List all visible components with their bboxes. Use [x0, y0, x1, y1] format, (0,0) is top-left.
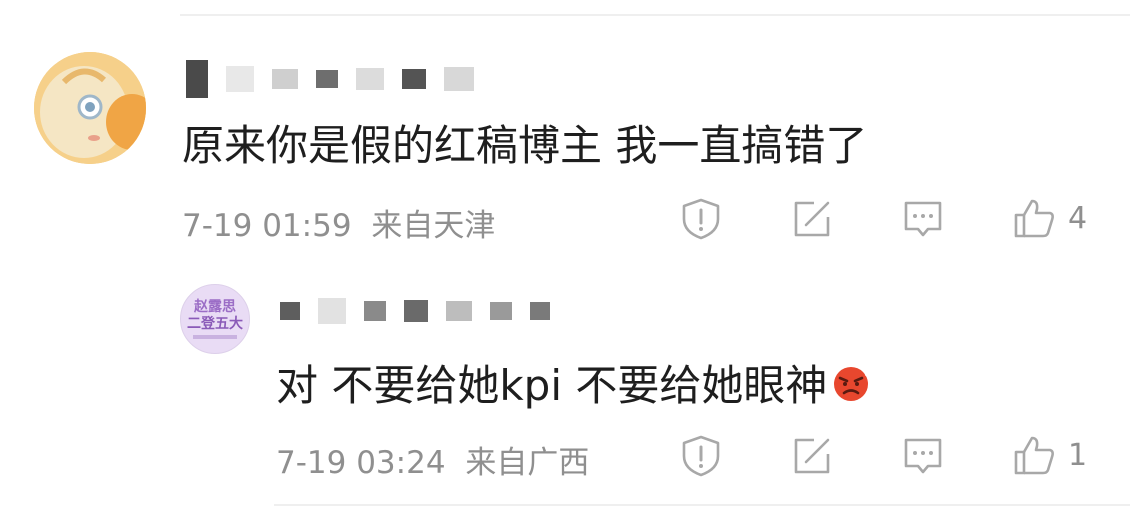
reply-text: 对 不要给她kpi 不要给她眼神: [276, 352, 872, 413]
location: 来自广西: [465, 445, 590, 481]
thumbs-up-icon: [1014, 436, 1054, 475]
reply-avatar[interactable]: 赵露思 二登五大: [180, 284, 250, 354]
comment-button[interactable]: [902, 199, 944, 239]
comment-text: 原来你是假的红稿博主 我一直搞错了: [182, 121, 868, 170]
comment-icon: [904, 201, 942, 237]
timestamp: 7-19 01:59: [182, 208, 352, 244]
share-button[interactable]: [792, 199, 832, 239]
timestamp: 7-19 03:24: [276, 445, 446, 481]
report-button[interactable]: [680, 434, 722, 478]
comment-icon: [904, 438, 942, 474]
comment-button[interactable]: [902, 436, 944, 476]
share-icon: [794, 438, 830, 474]
share-icon: [794, 201, 830, 237]
report-shield-icon: [682, 435, 720, 477]
reply-meta: 7-19 03:24 来自广西: [276, 437, 589, 482]
avatar-small-print: [193, 335, 237, 339]
location: 来自天津: [371, 208, 496, 244]
avatar[interactable]: [34, 52, 146, 164]
reply-text-content: 对 不要给她kpi 不要给她眼神: [276, 361, 828, 410]
like-count: 1: [1068, 437, 1088, 473]
avatar-text-line1: 赵露思: [194, 299, 236, 315]
like-button[interactable]: 1: [1012, 433, 1087, 477]
like-count: 4: [1068, 200, 1088, 236]
thumbs-up-icon: [1014, 199, 1054, 238]
comment-meta: 7-19 01:59 来自天津: [182, 200, 495, 245]
avatar-text-line2: 二登五大: [187, 316, 243, 332]
reply-username-redacted[interactable]: [280, 298, 550, 324]
username-redacted[interactable]: [186, 60, 474, 98]
share-button[interactable]: [792, 436, 832, 476]
report-button[interactable]: [680, 197, 722, 241]
angry-face-icon: [834, 365, 872, 401]
bottom-divider: [274, 504, 1130, 506]
like-button[interactable]: 4: [1012, 196, 1087, 240]
top-divider: [180, 14, 1130, 16]
report-shield-icon: [682, 198, 720, 240]
